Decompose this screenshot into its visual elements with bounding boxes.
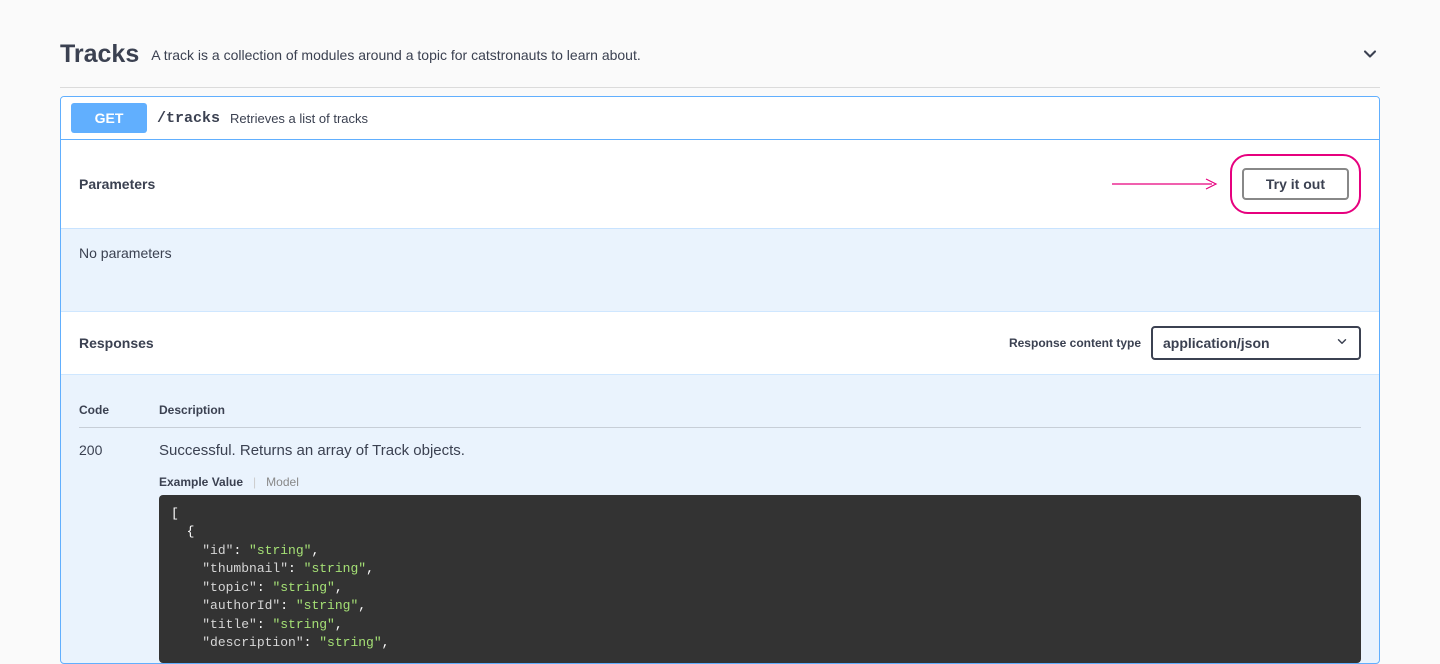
content-type-label: Response content type xyxy=(1009,336,1141,350)
response-description: Successful. Returns an array of Track ob… xyxy=(159,442,1361,459)
tab-example-value[interactable]: Example Value xyxy=(159,475,253,489)
responses-body: Code Description 200 Successful. Returns… xyxy=(61,375,1379,663)
tag-description: A track is a collection of modules aroun… xyxy=(151,47,1380,63)
tag-header[interactable]: Tracks A track is a collection of module… xyxy=(60,30,1380,88)
responses-heading: Responses xyxy=(79,335,154,351)
operation-description: Retrieves a list of tracks xyxy=(230,111,368,126)
operation-summary[interactable]: GET /tracks Retrieves a list of tracks xyxy=(61,97,1379,140)
parameters-header: Parameters Try it out xyxy=(61,140,1379,229)
try-it-out-highlight: Try it out xyxy=(1230,154,1361,214)
example-code-block[interactable]: [ { "id": "string", "thumbnail": "string… xyxy=(159,495,1361,663)
http-method-badge: GET xyxy=(71,103,147,133)
annotation-arrow xyxy=(1112,177,1222,191)
tag-title: Tracks xyxy=(60,40,139,69)
parameters-body: No parameters xyxy=(61,229,1379,311)
parameters-heading: Parameters xyxy=(79,176,155,192)
response-code: 200 xyxy=(79,442,159,663)
try-it-out-button[interactable]: Try it out xyxy=(1242,168,1349,200)
operation-block: GET /tracks Retrieves a list of tracks P… xyxy=(60,96,1380,664)
tab-model[interactable]: Model xyxy=(266,475,299,489)
description-column-header: Description xyxy=(159,403,1361,417)
operation-path: /tracks xyxy=(157,110,220,127)
chevron-down-icon xyxy=(1360,44,1380,67)
response-row: 200 Successful. Returns an array of Trac… xyxy=(79,428,1361,663)
responses-header: Responses Response content type applicat… xyxy=(61,311,1379,375)
content-type-select[interactable]: application/json xyxy=(1151,326,1361,360)
no-parameters-text: No parameters xyxy=(79,245,172,261)
code-column-header: Code xyxy=(79,403,159,417)
